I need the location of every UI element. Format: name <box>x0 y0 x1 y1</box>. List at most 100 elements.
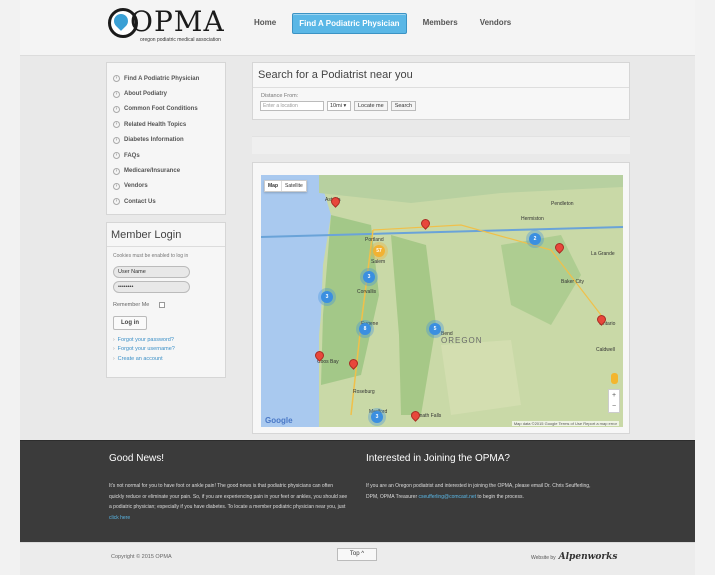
google-logo: Google <box>265 416 293 425</box>
map-cluster-icon[interactable]: 57 <box>373 245 385 257</box>
back-to-top-button[interactable]: Top ^ <box>337 548 377 561</box>
logo-text: OPMA <box>130 5 225 38</box>
circle-arrow-icon: › <box>113 90 120 98</box>
sidebar-item-label: About Podiatry <box>124 91 167 98</box>
sidebar-item-label: Diabetes Information <box>124 137 184 144</box>
good-news-text: It's not normal for you to have foot or … <box>109 483 348 521</box>
email-link[interactable]: cseufferling@comcast.net <box>419 494 477 500</box>
search-panel: Search for a Podiatrist near you Distanc… <box>252 62 630 120</box>
good-news-title: Good News! <box>109 453 165 464</box>
map-city-label: Hermiston <box>521 216 544 222</box>
results-bar <box>252 136 630 154</box>
join-section: Interested in Joining the OPMA? If you a… <box>366 453 604 502</box>
map-cluster-icon[interactable]: 8 <box>359 323 371 335</box>
map-cluster-icon[interactable]: 3 <box>321 291 333 303</box>
sidebar-menu: › Find A Podiatric Physician › About Podiat… <box>106 62 226 215</box>
logo-subtitle: oregon podiatric medical association <box>140 37 221 43</box>
map-city-label: Caldwell <box>596 347 615 353</box>
circle-arrow-icon: › <box>113 121 120 129</box>
map-panel: La Grande Portland Corvallis Coos Bay Roseb… <box>252 162 630 434</box>
remember-me: Remember Me <box>107 296 225 310</box>
map-type-satellite[interactable]: Satellite <box>282 181 306 191</box>
nav-members[interactable]: Members <box>417 13 464 34</box>
sidebar-item-medicare-insurance[interactable]: › Medicare/Insurance <box>113 163 219 178</box>
high-desert <box>441 340 521 415</box>
nav-home[interactable]: Home <box>248 13 282 34</box>
sidebar-item-contact-us[interactable]: › Contact Us <box>113 194 219 209</box>
physician-map[interactable]: La Grande Portland Corvallis Coos Bay Roseb… <box>261 175 623 427</box>
search-row: Enter a location 10mi ▾ Locate me Search <box>260 101 417 111</box>
zoom-control: + − <box>608 389 620 413</box>
circle-arrow-icon: › <box>113 136 120 144</box>
circle-arrow-icon: › <box>113 75 120 83</box>
street-view-pegman-icon[interactable] <box>611 373 618 384</box>
login-links: › Forgot your password? › Forgot your user… <box>107 335 225 364</box>
nav-find-physician[interactable]: Find A Podiatric Physician <box>292 13 407 34</box>
login-title: Member Login <box>107 223 225 247</box>
search-title: Search for a Podiatrist near you <box>253 63 629 88</box>
join-text: If you are an Oregon podiatrist and inte… <box>366 483 591 500</box>
map-city-label: Portland <box>365 237 384 243</box>
sidebar-item-common-foot-conditions[interactable]: › Common Foot Conditions <box>113 102 219 117</box>
bullet-icon: › <box>113 336 115 343</box>
good-news-section: Good News! It's not normal for you to ha… <box>109 453 349 523</box>
map-cluster-icon[interactable]: 5 <box>429 323 441 335</box>
location-input[interactable]: Enter a location <box>260 101 324 111</box>
zoom-out-button[interactable]: − <box>609 401 619 412</box>
copyright: Copyright © 2015 OPMA <box>111 554 172 560</box>
login-button[interactable]: Log in <box>113 316 147 330</box>
remember-label: Remember Me <box>113 302 150 308</box>
circle-arrow-icon: › <box>113 182 120 190</box>
coastline <box>261 175 331 427</box>
create-account-link[interactable]: › Create an account <box>113 354 219 364</box>
join-title: Interested in Joining the OPMA? <box>366 453 510 464</box>
sidebar-item-about-podiatry[interactable]: › About Podiatry <box>113 86 219 101</box>
sidebar-item-diabetes-information[interactable]: › Diabetes Information <box>113 133 219 148</box>
sidebar-item-vendors[interactable]: › Vendors <box>113 179 219 194</box>
distance-label: Distance From: <box>261 93 299 99</box>
distance-select[interactable]: 10mi ▾ <box>327 101 351 111</box>
sidebar-item-label: Find A Podiatric Physician <box>124 75 200 82</box>
map-city-label: Pendleton <box>551 201 574 207</box>
map-graphic: La Grande PortlandCorvallisCoos BayRoseb… <box>261 175 623 427</box>
circle-arrow-icon: › <box>113 105 120 113</box>
bullet-icon: › <box>113 355 115 362</box>
locate-me-button[interactable]: Locate me <box>354 101 388 111</box>
site-credit[interactable]: Website by Alpenworks <box>531 552 617 562</box>
zoom-in-button[interactable]: + <box>609 390 619 401</box>
map-cluster-icon[interactable]: 2 <box>529 233 541 245</box>
username-field[interactable]: User Name <box>113 266 190 278</box>
sidebar-item-label: FAQs <box>124 152 140 159</box>
map-attribution[interactable]: Map data ©2015 Google Terms of Use Repor… <box>511 421 619 426</box>
map-cluster-icon[interactable]: 3 <box>371 411 383 423</box>
password-field[interactable]: •••••••• <box>113 281 190 293</box>
bottom-bar: Copyright © 2015 OPMA Top ^ Website by Al… <box>20 542 695 575</box>
map-type-toggle: Map Satellite <box>264 180 307 192</box>
site-header: OPMA oregon podiatric medical associatio… <box>20 0 695 56</box>
map-cluster-icon[interactable]: 3 <box>363 271 375 283</box>
search-button[interactable]: Search <box>390 101 417 111</box>
remember-checkbox[interactable] <box>159 302 166 308</box>
opma-logo[interactable]: OPMA oregon podiatric medical associatio… <box>108 5 228 48</box>
sidebar-item-find-a-podiatric-physician[interactable]: › Find A Podiatric Physician <box>113 71 219 86</box>
main-nav: Home Find A Podiatric Physician Members … <box>248 13 517 34</box>
circle-arrow-icon: › <box>113 152 120 160</box>
map-type-map[interactable]: Map <box>265 181 282 191</box>
map-city-label: La Grande <box>591 251 615 257</box>
nav-vendors[interactable]: Vendors <box>474 13 518 34</box>
sidebar-item-faqs[interactable]: › FAQs <box>113 148 219 163</box>
map-city-label: Roseburg <box>353 389 375 395</box>
circle-arrow-icon: › <box>113 198 120 206</box>
forgot-username-link[interactable]: › Forgot your username? <box>113 345 219 355</box>
member-login-panel: Member Login Cookies must be enabled to … <box>106 222 226 378</box>
sidebar-item-related-health-topics[interactable]: › Related Health Topics <box>113 117 219 132</box>
sidebar-item-label: Contact Us <box>124 198 156 205</box>
site-footer: Good News! It's not normal for you to ha… <box>20 440 695 542</box>
sidebar-item-label: Medicare/Insurance <box>124 168 181 175</box>
click-here-link[interactable]: click here <box>109 515 130 521</box>
washington-region <box>319 175 623 203</box>
bullet-icon: › <box>113 346 115 353</box>
sidebar-item-label: Vendors <box>124 183 148 190</box>
sidebar-item-label: Related Health Topics <box>124 121 187 128</box>
forgot-password-link[interactable]: › Forgot your password? <box>113 335 219 345</box>
